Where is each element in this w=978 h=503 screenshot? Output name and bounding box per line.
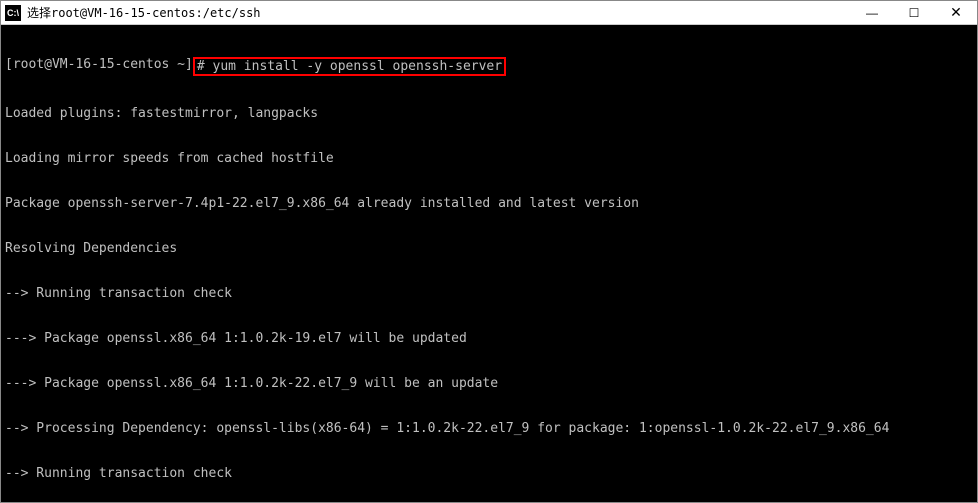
terminal-window: C:\ 选择root@VM-16-15-centos:/etc/ssh — ☐ …: [0, 0, 978, 503]
window-title: 选择root@VM-16-15-centos:/etc/ssh: [27, 4, 851, 21]
output-line: Package openssh-server-7.4p1-22.el7_9.x8…: [5, 196, 973, 211]
prompt-host: [root@VM-16-15-centos ~]: [5, 57, 193, 76]
window-controls: — ☐ ✕: [851, 1, 977, 24]
output-line: --> Running transaction check: [5, 286, 973, 301]
output-line: Resolving Dependencies: [5, 241, 973, 256]
output-line: --> Running transaction check: [5, 466, 973, 481]
output-line: Loaded plugins: fastestmirror, langpacks: [5, 106, 973, 121]
terminal-output[interactable]: [root@VM-16-15-centos ~] # yum install -…: [1, 25, 977, 502]
close-button[interactable]: ✕: [935, 1, 977, 24]
minimize-button[interactable]: —: [851, 1, 893, 24]
titlebar[interactable]: C:\ 选择root@VM-16-15-centos:/etc/ssh — ☐ …: [1, 1, 977, 25]
maximize-button[interactable]: ☐: [893, 1, 935, 24]
output-line: ---> Package openssl.x86_64 1:1.0.2k-19.…: [5, 331, 973, 346]
output-line: Loading mirror speeds from cached hostfi…: [5, 151, 973, 166]
output-line: ---> Package openssl.x86_64 1:1.0.2k-22.…: [5, 376, 973, 391]
prompt-line: [root@VM-16-15-centos ~] # yum install -…: [5, 57, 973, 76]
app-icon: C:\: [5, 5, 21, 21]
output-line: --> Processing Dependency: openssl-libs(…: [5, 421, 973, 436]
highlighted-command: # yum install -y openssl openssh-server: [193, 57, 506, 76]
